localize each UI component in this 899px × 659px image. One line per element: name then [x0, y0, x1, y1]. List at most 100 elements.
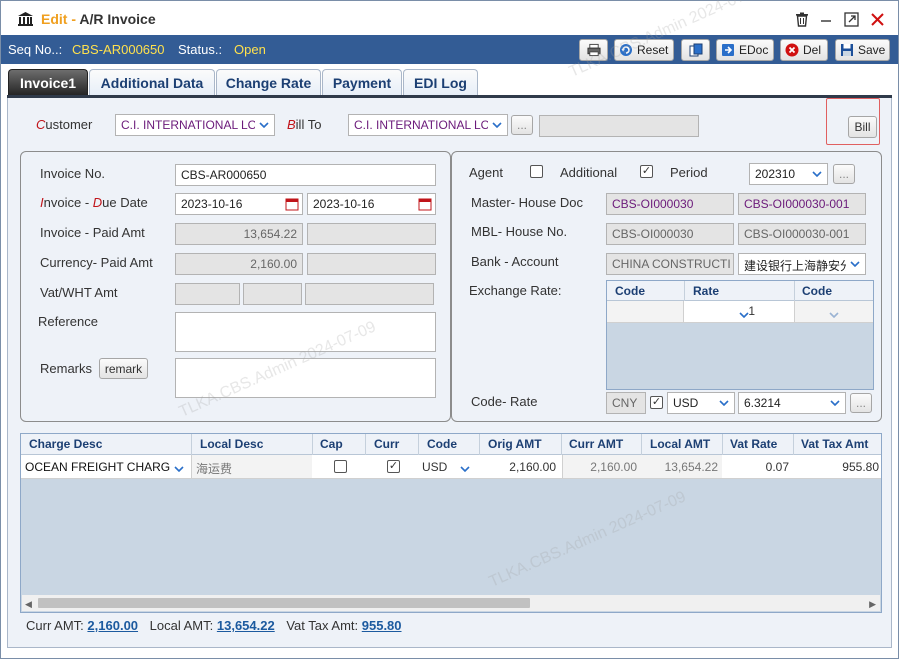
- col-curr-amt[interactable]: Curr AMT: [569, 437, 623, 451]
- bill-to-select[interactable]: C.I. INTERNATIONAL LO: [348, 114, 508, 136]
- chevron-down-icon[interactable]: [460, 460, 470, 475]
- curr-checkbox[interactable]: ✓: [387, 460, 400, 473]
- agent-label: Agent: [469, 165, 503, 180]
- remark-button[interactable]: remark: [99, 358, 148, 379]
- bank-field: CHINA CONSTRUCTI: [606, 253, 734, 275]
- rate-more-button[interactable]: ...: [850, 393, 872, 413]
- period-more-button[interactable]: ...: [833, 164, 855, 184]
- calendar-icon[interactable]: [418, 197, 432, 214]
- tab-additional-data[interactable]: Additional Data: [89, 69, 215, 96]
- edoc-button[interactable]: EDoc: [716, 39, 774, 61]
- col-code[interactable]: Code: [427, 437, 457, 451]
- orig-amt-value[interactable]: 2,160.00: [480, 460, 556, 474]
- exchange-rate-label: Exchange Rate:: [469, 283, 562, 298]
- charges-grid-header: Charge Desc Local Desc Cap Curr Code Ori…: [21, 434, 881, 455]
- delete-button[interactable]: Del: [780, 39, 828, 61]
- scroll-right-icon[interactable]: ▶: [869, 599, 876, 610]
- additional-checkbox[interactable]: ✓: [640, 165, 653, 178]
- local-amt-value: 13,654.22: [664, 460, 718, 474]
- remarks-label: Remarks: [40, 361, 93, 376]
- tab-invoice1[interactable]: Invoice1: [8, 69, 88, 96]
- local-amt-total[interactable]: 13,654.22: [217, 618, 275, 633]
- house-no-field: CBS-OI000030-001: [738, 223, 866, 245]
- col-divider: [793, 434, 794, 455]
- maximize-icon[interactable]: [842, 10, 860, 28]
- reference-label: Reference: [38, 314, 98, 329]
- curr-amt-value: 2,160.00: [590, 460, 637, 474]
- tab-edi-log[interactable]: EDI Log: [403, 69, 478, 96]
- col-divider: [722, 434, 723, 455]
- invoice-amt-value: 13,654.22: [243, 227, 297, 241]
- col-charge-desc[interactable]: Charge Desc: [29, 437, 102, 451]
- col-local-desc[interactable]: Local Desc: [200, 437, 263, 451]
- invoice-no-field[interactable]: CBS-AR000650: [175, 164, 436, 186]
- col-vat-rate[interactable]: Vat Rate: [730, 437, 777, 451]
- printer-icon: [586, 43, 601, 57]
- calendar-icon[interactable]: [285, 197, 299, 214]
- account-select[interactable]: 建设银行上海静安分: [738, 253, 866, 275]
- bill-button[interactable]: Bill: [848, 116, 877, 138]
- customer-select[interactable]: C.I. INTERNATIONAL LO: [115, 114, 275, 136]
- charge-desc-value[interactable]: OCEAN FREIGHT CHARG: [25, 460, 170, 474]
- agent-checkbox[interactable]: [530, 165, 543, 178]
- cap-checkbox[interactable]: [334, 460, 347, 473]
- trash-icon[interactable]: [793, 10, 811, 28]
- status-value: Open: [234, 42, 266, 57]
- master-house-label: Master- House Doc: [471, 195, 583, 210]
- chevron-down-icon[interactable]: [174, 460, 184, 475]
- col-divider: [312, 434, 313, 455]
- master-doc-value: CBS-OI000030: [612, 197, 694, 211]
- code-rate-checkbox[interactable]: ✓: [650, 396, 663, 409]
- table-row[interactable]: OCEAN FREIGHT CHARG 海运费 ✓ USD 2,160.00 2…: [21, 455, 881, 479]
- bill-to-more-button[interactable]: ...: [511, 115, 533, 135]
- vat-tax-amt-total[interactable]: 955.80: [362, 618, 402, 633]
- col-cap[interactable]: Cap: [320, 437, 343, 451]
- scroll-thumb[interactable]: [38, 598, 530, 608]
- scroll-left-icon[interactable]: ◀: [25, 599, 32, 610]
- save-button[interactable]: Save: [835, 39, 890, 61]
- tab-change-rate[interactable]: Change Rate: [216, 69, 321, 96]
- vat-rate-value[interactable]: 0.07: [723, 460, 789, 474]
- status-label: Status.:: [178, 42, 223, 57]
- period-select[interactable]: 202310: [749, 163, 828, 185]
- exch-code-cell[interactable]: [607, 301, 684, 322]
- title-sep: -: [71, 11, 77, 27]
- chevron-down-icon[interactable]: [829, 306, 839, 321]
- chevron-down-icon[interactable]: [739, 306, 749, 321]
- bill-to-extra-field: [539, 115, 699, 137]
- reference-field[interactable]: [175, 312, 436, 352]
- due-date-field[interactable]: 2023-10-16: [307, 193, 436, 215]
- code-value[interactable]: USD: [422, 460, 447, 474]
- title-bar: Edit - A/R Invoice: [1, 1, 898, 35]
- vat-tax-value[interactable]: 955.80: [794, 460, 879, 474]
- print-button[interactable]: [579, 39, 608, 61]
- tab-bar: Invoice1 Additional Data Change Rate Pay…: [7, 69, 892, 96]
- code2-select[interactable]: USD: [667, 392, 735, 414]
- totals-bar: Curr AMT: 2,160.00 Local AMT: 13,654.22 …: [26, 618, 402, 633]
- close-icon[interactable]: [868, 10, 886, 28]
- tab-payment[interactable]: Payment: [322, 69, 402, 96]
- local-desc-value: 海运费: [196, 462, 233, 476]
- delete-label: Del: [803, 43, 822, 57]
- copy-icon: [689, 43, 703, 57]
- minimize-icon[interactable]: [817, 10, 835, 28]
- exchange-grid-row[interactable]: 1: [607, 301, 873, 323]
- curr-amt-total[interactable]: 2,160.00: [87, 618, 138, 633]
- col-orig-amt[interactable]: Orig AMT: [488, 437, 542, 451]
- col-vat-tax-amt[interactable]: Vat Tax Amt: [801, 437, 868, 451]
- col-local-amt[interactable]: Local AMT: [650, 437, 710, 451]
- remarks-field[interactable]: [175, 358, 436, 398]
- reset-button[interactable]: Reset: [614, 39, 674, 61]
- shipment-details-panel: Agent Additional ✓ Period 202310 ... Mas…: [451, 151, 882, 422]
- horizontal-scrollbar[interactable]: ◀ ▶: [22, 595, 880, 611]
- code1-value: CNY: [612, 396, 638, 410]
- col-curr[interactable]: Curr: [374, 437, 399, 451]
- invoice-date-field[interactable]: 2023-10-16: [175, 193, 303, 215]
- seq-label: Seq No..:: [8, 42, 63, 57]
- rate-select[interactable]: 6.3214: [738, 392, 846, 414]
- copy-button[interactable]: [681, 39, 710, 61]
- rate-value: 6.3214: [744, 396, 781, 410]
- currency-amt-value: 2,160.00: [250, 257, 297, 271]
- bank-value: CHINA CONSTRUCTI: [612, 257, 731, 271]
- invoice-details-panel: Invoice No. CBS-AR000650 Invoice - Due D…: [20, 151, 451, 422]
